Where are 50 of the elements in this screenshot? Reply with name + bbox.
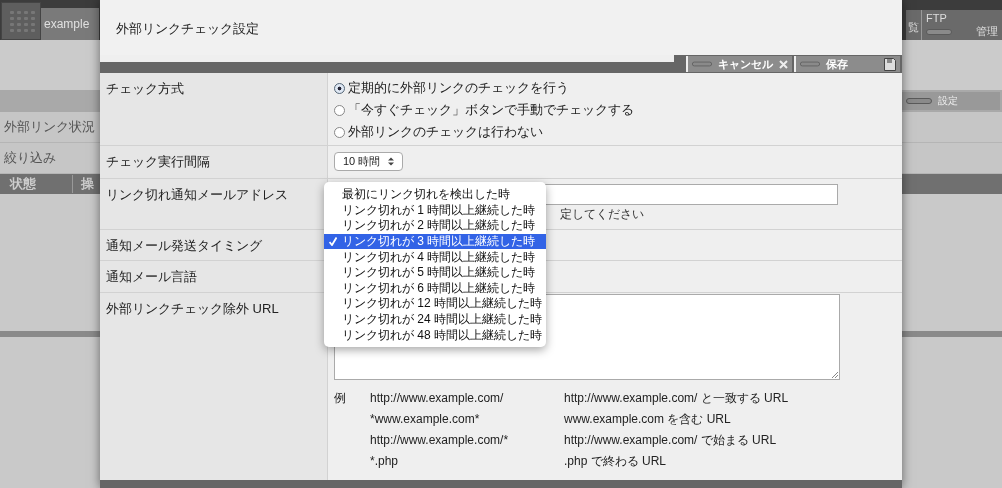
ftp-tab-label: 管理 [976, 24, 998, 39]
menu-option[interactable]: リンク切れが 24 時間以上継続した時 [324, 311, 546, 328]
field-label: 通知メール発送タイミング [106, 238, 262, 253]
radio-label[interactable]: 「今すぐチェック」ボタンで手動でチェックする [348, 101, 634, 119]
url-pattern: *www.example.com* [370, 411, 481, 428]
url-pattern: *.php [370, 453, 400, 470]
menu-option[interactable]: リンク切れが 6 時間以上継続した時 [324, 280, 546, 297]
radio-label[interactable]: 外部リンクのチェックは行わない [348, 123, 543, 141]
pill-icon [906, 98, 932, 104]
pattern-meaning: .php で終わる URL [564, 453, 668, 470]
side-item[interactable]: 外部リンク状況 [4, 118, 95, 136]
field-label: 通知メール言語 [106, 269, 197, 284]
field-label: チェック実行間隔 [106, 154, 210, 169]
menu-option[interactable]: リンク切れが 4 時間以上継続した時 [324, 249, 546, 265]
column-header: 操 [80, 175, 94, 193]
menu-option[interactable]: リンク切れが 2 時間以上継続した時 [324, 218, 546, 234]
radio-label[interactable]: 定期的に外部リンクのチェックを行う [348, 79, 569, 97]
field-label: 外部リンクチェック除外 URL [106, 301, 279, 316]
ftp-tab-title: FTP [926, 12, 948, 24]
dialog-title: 外部リンクチェック設定 [116, 19, 259, 38]
menu-option[interactable]: リンク切れが 1 時間以上継続した時 [324, 202, 546, 219]
menu-option[interactable]: 最初にリンク切れを検出した時 [324, 187, 546, 203]
column-header: 状態 [0, 175, 73, 193]
menu-option[interactable]: リンク切れが 12 時間以上継続した時 [324, 296, 546, 312]
radio-button[interactable] [334, 104, 345, 116]
url-pattern: http://www.example.com/* [370, 432, 510, 449]
example-label: 例 [334, 390, 347, 407]
updown-arrows-icon [388, 157, 395, 166]
pill-icon [800, 61, 820, 67]
side-item[interactable]: 絞り込み [4, 149, 56, 167]
pattern-meaning: www.example.com を含む URL [564, 411, 732, 428]
menu-option[interactable]: リンク切れが 48 時間以上継続した時 [324, 327, 546, 343]
menu-option[interactable]: リンク切れが 5 時間以上継続した時 [324, 264, 546, 281]
radio-button[interactable] [334, 126, 345, 138]
radio-button[interactable] [334, 82, 345, 94]
interval-select[interactable]: 10 時間 [334, 152, 404, 171]
resize-grip-icon [831, 371, 838, 378]
checkmark-icon [329, 237, 337, 247]
field-hint: 定してください [560, 206, 645, 223]
pattern-meaning: http://www.example.com/ と一致する URL [564, 390, 789, 407]
ftp-tab[interactable]: FTP 管理 [922, 10, 1002, 40]
pattern-meaning: http://www.example.com/ で始まる URL [564, 432, 778, 449]
close-icon [779, 59, 788, 69]
list-tab[interactable]: 覧 [906, 10, 922, 40]
menu-option[interactable]: リンク切れが 3 時間以上継続した時 [324, 233, 546, 250]
field-label: チェック方式 [106, 81, 184, 96]
field-label: リンク切れ通知メールアドレス [106, 187, 288, 202]
pill-icon [692, 61, 712, 67]
url-pattern: http://www.example.com/ [370, 390, 505, 407]
pill-icon [926, 28, 952, 35]
